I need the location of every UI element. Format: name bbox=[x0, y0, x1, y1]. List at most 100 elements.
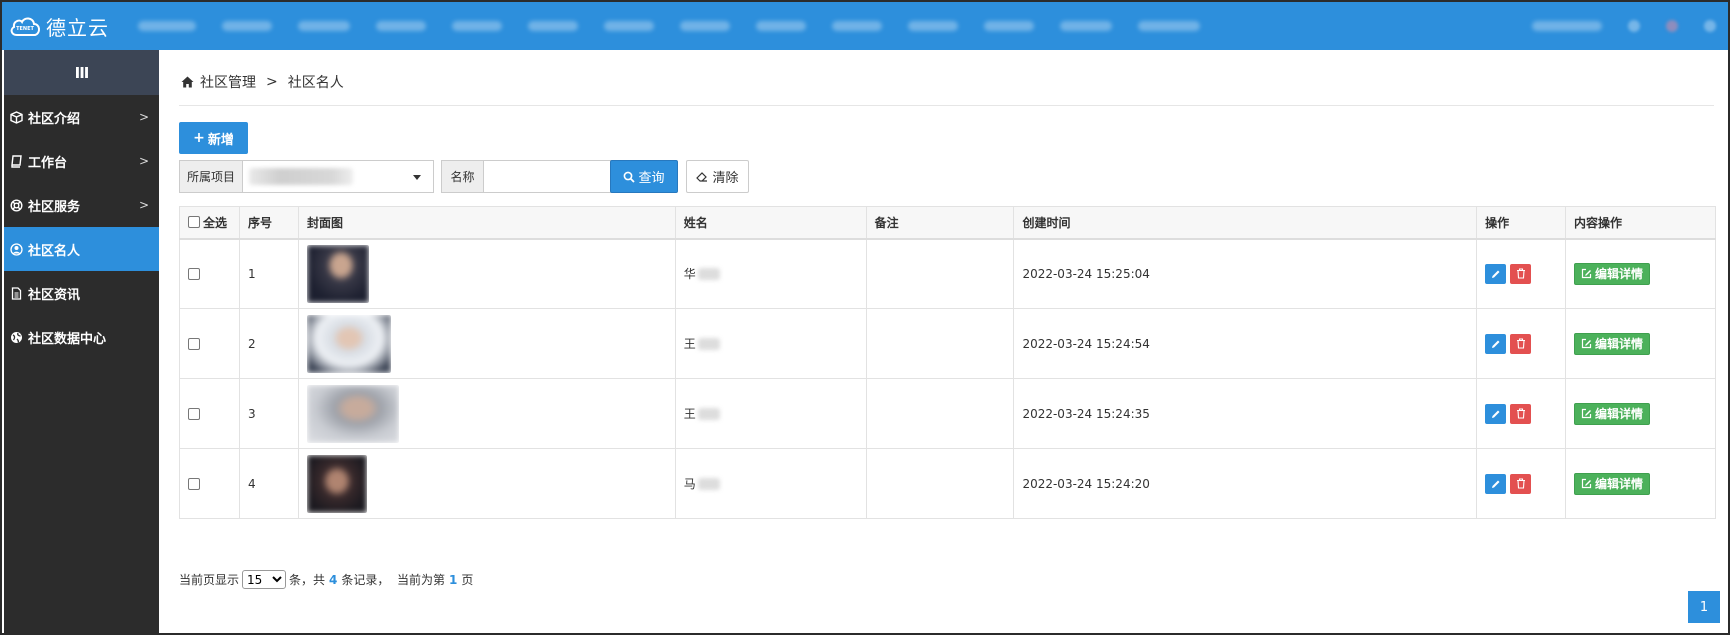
delete-button[interactable] bbox=[1510, 263, 1532, 284]
name-redacted bbox=[697, 337, 720, 350]
top-nav-item[interactable] bbox=[756, 21, 806, 31]
cover-image[interactable] bbox=[306, 384, 399, 443]
top-nav-item[interactable] bbox=[222, 21, 272, 31]
row-actions bbox=[1476, 448, 1567, 519]
pencil-icon bbox=[1491, 409, 1501, 419]
document-icon bbox=[9, 286, 23, 300]
row-content-actions: 编辑详情 bbox=[1565, 448, 1716, 519]
top-nav-item[interactable] bbox=[528, 21, 578, 31]
page-size-select[interactable]: 15 bbox=[242, 570, 287, 589]
query-button-label: 查询 bbox=[638, 171, 665, 186]
top-nav-item[interactable] bbox=[376, 21, 426, 31]
top-nav-item[interactable] bbox=[1060, 21, 1112, 31]
row-cover bbox=[297, 308, 676, 379]
select-all-header: 全选 bbox=[179, 206, 240, 240]
edit-detail-label: 编辑详情 bbox=[1595, 477, 1644, 491]
notification-icon[interactable] bbox=[1628, 20, 1640, 32]
row-index: 4 bbox=[238, 448, 299, 519]
top-nav-item[interactable] bbox=[138, 21, 196, 31]
cover-image[interactable] bbox=[306, 314, 391, 373]
home-icon[interactable] bbox=[181, 76, 194, 88]
sidebar-item-community-intro[interactable]: 社区介绍 > bbox=[4, 95, 159, 139]
table-row: 1 华 2022-03-24 15:25:04 编辑详情 bbox=[179, 238, 1716, 309]
row-remark bbox=[865, 308, 1015, 379]
cover-image[interactable] bbox=[306, 244, 369, 303]
top-nav-item[interactable] bbox=[1138, 21, 1200, 31]
row-index: 1 bbox=[238, 238, 299, 309]
top-nav-item[interactable] bbox=[908, 21, 958, 31]
row-actions bbox=[1476, 308, 1567, 379]
top-right-tools bbox=[1532, 2, 1716, 50]
logo[interactable]: TENET 德立云 bbox=[8, 11, 109, 41]
select-all-checkbox[interactable] bbox=[188, 216, 200, 229]
top-nav-item[interactable] bbox=[452, 21, 502, 31]
sidebar-item-label: 社区资讯 bbox=[28, 287, 81, 303]
user-menu[interactable] bbox=[1532, 21, 1602, 31]
edit-button[interactable] bbox=[1485, 403, 1507, 424]
sidebar-item-data-center[interactable]: 社区数据中心 bbox=[4, 315, 159, 359]
sidebar-toggle-button[interactable]: III bbox=[4, 50, 159, 95]
sidebar-item-community-service[interactable]: 社区服务 > bbox=[4, 183, 159, 227]
sidebar-item-label: 社区名人 bbox=[28, 243, 81, 259]
breadcrumb-root[interactable]: 社区管理 bbox=[200, 72, 256, 92]
sidebar-item-workbench[interactable]: 工作台 > bbox=[4, 139, 159, 183]
edit-detail-button[interactable]: 编辑详情 bbox=[1574, 262, 1651, 285]
row-checkbox[interactable] bbox=[188, 408, 200, 420]
edit-square-icon bbox=[1581, 268, 1592, 279]
row-name-text: 王 bbox=[683, 407, 696, 421]
top-nav-item[interactable] bbox=[604, 21, 654, 31]
trash-icon bbox=[1516, 338, 1526, 349]
sidebar-item-label: 工作台 bbox=[28, 155, 68, 171]
row-checkbox[interactable] bbox=[188, 268, 200, 281]
name-header: 姓名 bbox=[674, 206, 867, 240]
edit-button[interactable] bbox=[1485, 473, 1507, 494]
avatar[interactable] bbox=[1666, 20, 1678, 32]
project-select-value bbox=[249, 168, 353, 185]
delete-button[interactable] bbox=[1510, 403, 1532, 424]
top-nav-item[interactable] bbox=[984, 21, 1034, 31]
project-select[interactable] bbox=[242, 160, 434, 193]
top-nav-item[interactable] bbox=[298, 21, 350, 31]
cover-image[interactable] bbox=[306, 454, 367, 513]
row-checkbox[interactable] bbox=[188, 338, 200, 350]
sidebar-item-community-celebrities[interactable]: 社区名人 bbox=[4, 227, 159, 271]
query-button[interactable]: 查询 bbox=[610, 160, 678, 193]
chevron-right-icon: > bbox=[138, 110, 149, 124]
top-nav-item[interactable] bbox=[680, 21, 730, 31]
trash-icon bbox=[1516, 268, 1526, 279]
add-button[interactable]: + 新增 bbox=[179, 122, 248, 154]
edit-button[interactable] bbox=[1485, 263, 1507, 284]
delete-button[interactable] bbox=[1510, 473, 1532, 494]
edit-detail-button[interactable]: 编辑详情 bbox=[1574, 332, 1651, 355]
row-created: 2022-03-24 15:24:35 bbox=[1013, 378, 1478, 449]
clear-button[interactable]: 清除 bbox=[686, 160, 749, 193]
row-cover bbox=[297, 378, 676, 449]
edit-button[interactable] bbox=[1485, 333, 1507, 354]
name-input[interactable] bbox=[483, 160, 623, 193]
pencil-icon bbox=[1491, 479, 1501, 489]
row-checkbox[interactable] bbox=[188, 478, 200, 490]
table-row: 2 王 2022-03-24 15:24:54 编辑详情 bbox=[179, 308, 1716, 379]
chevron-right-icon: > bbox=[138, 154, 149, 168]
top-nav-item[interactable] bbox=[832, 21, 882, 31]
sidebar-item-label: 社区介绍 bbox=[28, 111, 81, 127]
edit-detail-button[interactable]: 编辑详情 bbox=[1574, 402, 1651, 425]
delete-button[interactable] bbox=[1510, 333, 1532, 354]
settings-icon[interactable] bbox=[1704, 20, 1716, 32]
name-redacted bbox=[697, 407, 720, 420]
plus-icon: + bbox=[193, 130, 205, 146]
row-actions bbox=[1476, 378, 1567, 449]
edit-detail-button[interactable]: 编辑详情 bbox=[1574, 472, 1651, 495]
sidebar-item-community-news[interactable]: 社区资讯 bbox=[4, 271, 159, 315]
row-created: 2022-03-24 15:24:20 bbox=[1013, 448, 1478, 519]
top-navbar: TENET 德立云 bbox=[2, 2, 1728, 50]
divider bbox=[179, 105, 1714, 106]
row-name: 王 bbox=[674, 378, 867, 449]
globe-icon bbox=[9, 330, 23, 344]
footer-middle2: 条记录， 当前为第 bbox=[341, 573, 446, 587]
row-content-actions: 编辑详情 bbox=[1565, 378, 1716, 449]
total-count: 4 bbox=[329, 572, 338, 587]
lifebuoy-icon bbox=[9, 198, 23, 212]
trash-icon bbox=[1516, 408, 1526, 419]
page-1-button[interactable]: 1 bbox=[1688, 591, 1720, 623]
